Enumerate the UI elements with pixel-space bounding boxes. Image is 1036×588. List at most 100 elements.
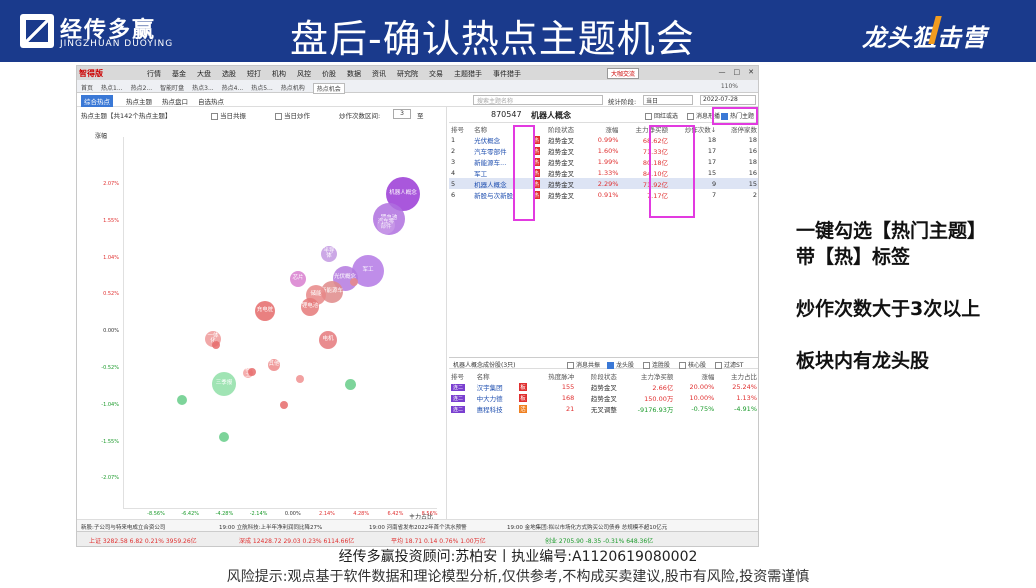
menu-item[interactable]: 事件猎手 xyxy=(493,69,521,79)
menu-item[interactable]: 资讯 xyxy=(372,69,386,79)
bubble-small[interactable] xyxy=(177,395,187,405)
stock-name-cell[interactable]: 惠程科技 xyxy=(475,403,518,414)
table-row[interactable]: 4 军工热趋势金叉 1.33% 84.10亿 15 16 xyxy=(449,167,758,178)
menu-item[interactable]: 基金 xyxy=(172,69,186,79)
net-buy-cell: -9176.93万 xyxy=(637,405,674,414)
bubble-small[interactable] xyxy=(212,341,220,349)
table-row[interactable]: 连二 惠程科技活 21 无叉调整 -9176.93万 -0.75% -4.91% xyxy=(449,403,758,414)
menu-item[interactable]: 风控 xyxy=(297,69,311,79)
column-header[interactable]: 阶段状态 xyxy=(546,123,587,134)
window-controls: — □ ✕ xyxy=(719,68,755,76)
bubble-9[interactable]: 充电桩 xyxy=(255,301,275,321)
stage-cell: 趋势金叉 xyxy=(590,383,617,392)
pct-cell: 1.99% xyxy=(597,157,619,166)
column-header[interactable]: 热度脉冲 xyxy=(534,370,577,381)
close-icon[interactable]: ✕ xyxy=(748,68,754,76)
index-gem[interactable]: 创业 2705.90 -8.35 -0.31% 648.36亿 xyxy=(545,536,653,545)
column-header[interactable]: 涨幅 xyxy=(675,370,716,381)
row-number: 4 xyxy=(451,168,456,177)
bubble-small[interactable] xyxy=(280,401,288,409)
hype-checkbox[interactable]: 当日炒作 xyxy=(275,110,310,120)
filter-streak-checkbox[interactable]: 连胜股 xyxy=(643,360,670,369)
menu-item[interactable]: 选股 xyxy=(222,69,236,79)
menu-item[interactable]: 价股 xyxy=(322,69,336,79)
table-row[interactable]: 5 机器人概念热趋势金叉 2.29% 71.92亿 9 15 xyxy=(449,178,758,189)
maximize-icon[interactable]: □ xyxy=(734,68,741,76)
y-tick-label: 0.00% xyxy=(103,328,119,335)
date-picker[interactable]: 2022-07-28 xyxy=(700,95,756,105)
tab-watchlist[interactable]: 自选热点 xyxy=(195,95,227,107)
annotation-4: 板块内有龙头股 xyxy=(796,350,930,372)
news-item[interactable]: 新股:子公司与特来电成立合资公司 xyxy=(81,523,165,531)
column-header[interactable]: 排号 xyxy=(449,123,472,134)
y-tick-label: -1.04% xyxy=(101,401,119,408)
table-row[interactable]: 1 光伏概念热趋势金叉 0.99% 68.62亿 18 18 xyxy=(449,134,758,145)
annotation-3: 炒作次数大于3次以上 xyxy=(796,298,981,320)
stage-cell: 趋势金叉 xyxy=(548,147,575,156)
news-item[interactable]: 19:00 立航科技:上半年净利润同比降27% xyxy=(219,523,322,531)
search-input[interactable]: 搜索主题名称 xyxy=(473,95,603,105)
table-row[interactable]: 6 新股与次新股热趋势金叉 0.91% 7.17亿 7 2 xyxy=(449,189,758,200)
stage-cell: 趋势金叉 xyxy=(548,169,575,178)
menu-item[interactable]: 研究院 xyxy=(397,69,418,79)
filter-checkbox-a[interactable]: 回红或选 xyxy=(645,111,678,120)
range-from-input[interactable]: 3 xyxy=(393,109,411,119)
bubble-small[interactable] xyxy=(350,278,358,286)
pct-cell: 1.33% xyxy=(597,168,619,177)
limit-up-cell: 18 xyxy=(748,157,757,166)
tab-hot-board[interactable]: 热点盘口 xyxy=(159,95,191,107)
tab-hot-theme[interactable]: 热点主题 xyxy=(123,95,155,107)
bubble-11[interactable]: 半导体 xyxy=(321,246,337,262)
bubble-small[interactable] xyxy=(248,368,256,376)
table-row[interactable]: 2 汽车零部件热趋势金叉 1.60% 71.33亿 17 16 xyxy=(449,145,758,156)
table-row[interactable]: 3 新能源车... 热趋势金叉 1.99% 80.18亿 17 18 xyxy=(449,156,758,167)
filter-news-checkbox[interactable]: 消息共振 xyxy=(567,360,600,369)
column-header[interactable]: 排号 xyxy=(449,370,475,381)
resonance-checkbox[interactable]: 当日共振 xyxy=(211,110,246,120)
menu-item[interactable]: 短打 xyxy=(247,69,261,79)
table-row[interactable]: 连二 中大力德板 168 趋势金叉 150.00万 10.00% 1.13% xyxy=(449,392,758,403)
menu-item[interactable]: 大盘 xyxy=(197,69,211,79)
filter-st-checkbox[interactable]: 过滤ST xyxy=(715,360,743,369)
bubble-12[interactable]: 电机 xyxy=(319,331,337,349)
tab-overview[interactable]: 综合热点 xyxy=(81,95,113,107)
menu-item[interactable]: 机构 xyxy=(272,69,286,79)
stock-name-cell[interactable]: 中大力德 xyxy=(475,392,518,403)
index-sh[interactable]: 上证 3282.58 6.82 0.21% 3959.26亿 xyxy=(89,536,197,545)
stat-select[interactable]: 当日 xyxy=(643,95,693,105)
bubble-13[interactable]: 其他 xyxy=(268,359,280,371)
column-header[interactable]: 主力占比 xyxy=(716,370,758,381)
bubble-16[interactable]: 三季报 xyxy=(212,372,236,396)
zoom-level[interactable]: 110% xyxy=(721,83,738,90)
column-header[interactable]: 涨幅 xyxy=(587,123,621,134)
minimize-icon[interactable]: — xyxy=(719,68,726,76)
bubble-8[interactable]: 锂电池 xyxy=(301,298,319,316)
y-tick-label: 1.04% xyxy=(103,254,119,261)
bubble-10[interactable]: 芯片 xyxy=(290,271,306,287)
index-sz[interactable]: 深成 12428.72 29.03 0.23% 6114.66亿 xyxy=(239,536,354,545)
expert-chat-button[interactable]: 大咖交流 xyxy=(607,68,640,79)
bubble-small[interactable] xyxy=(296,375,304,383)
news-item[interactable]: 19:00 河南省发布2022年首个洪水预警 xyxy=(369,523,467,531)
bubble-small[interactable] xyxy=(344,378,356,390)
menu-item[interactable]: 交易 xyxy=(429,69,443,79)
column-header[interactable]: 名称 xyxy=(475,370,518,381)
index-avg[interactable]: 平均 18.71 0.14 0.76% 1.00万亿 xyxy=(391,536,486,545)
bubble-small[interactable] xyxy=(219,432,229,442)
filter-core-checkbox[interactable]: 核心股 xyxy=(679,360,706,369)
menu-item[interactable]: 主题猎手 xyxy=(454,69,482,79)
table-row[interactable]: 连二 汉宇集团板 155 趋势金叉 2.66亿 20.00% 25.24% xyxy=(449,381,758,392)
filter-leader-checkbox[interactable]: 龙头股 xyxy=(607,360,634,369)
annotation-2: 带【热】标签 xyxy=(796,246,911,268)
x-tick-label: -8.56% xyxy=(147,511,165,517)
x-tick-label: 0.00% xyxy=(284,511,301,517)
column-header[interactable]: 阶段状态 xyxy=(576,370,619,381)
menu-item[interactable]: 行情 xyxy=(147,69,161,79)
bubble-5[interactable]: 汽车零部件 xyxy=(377,216,395,234)
column-header[interactable] xyxy=(517,370,533,381)
menu-item[interactable]: 数据 xyxy=(347,69,361,79)
stock-name-cell[interactable]: 汉宇集团 xyxy=(475,381,518,392)
column-header[interactable]: 主力净买额 xyxy=(619,370,675,381)
market-status-bar: 上证 3282.58 6.82 0.21% 3959.26亿 深成 12428.… xyxy=(77,531,758,546)
news-item[interactable]: 19:00 金地集团:拟以市场化方式购买公司债券 总规模不超10亿元 xyxy=(507,523,667,531)
